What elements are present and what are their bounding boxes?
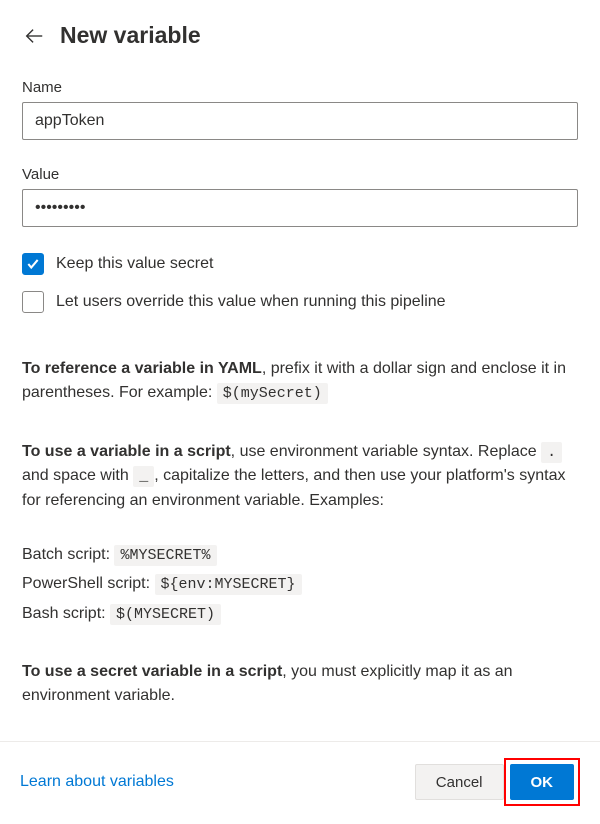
back-arrow-icon[interactable] [22,24,46,48]
help-batch-label: Batch script: [22,546,114,563]
help-ps-code: ${env:MYSECRET} [155,574,302,595]
help-script-section: To use a variable in a script, use envir… [22,440,578,627]
help-yaml-section: To reference a variable in YAML, prefix … [22,357,578,406]
secret-checkbox[interactable] [22,253,44,275]
value-label: Value [22,166,578,183]
secret-checkbox-row: Keep this value secret [22,253,578,275]
help-script-dot: . [541,442,562,463]
help-batch-code: %MYSECRET% [114,545,216,566]
help-bash-label: Bash script: [22,605,110,622]
help-secret-bold: To use a secret variable in a script [22,663,282,680]
help-secret-section: To use a secret variable in a script, yo… [22,660,578,708]
override-checkbox[interactable] [22,291,44,313]
name-field-group: Name [22,79,578,140]
help-yaml-bold: To reference a variable in YAML [22,360,262,377]
ok-button[interactable]: OK [510,764,575,800]
learn-variables-link[interactable]: Learn about variables [20,773,174,791]
help-script-t2: and space with [22,467,133,484]
help-script-t1: , use environment variable syntax. Repla… [231,443,541,460]
secret-checkbox-label: Keep this value secret [56,255,213,273]
dialog-footer: Learn about variables Cancel OK [0,741,600,824]
help-script-underscore: _ [133,466,154,487]
override-checkbox-row: Let users override this value when runni… [22,291,578,313]
dialog-header: New variable [22,22,578,49]
value-field-group: Value [22,166,578,227]
help-script-bold: To use a variable in a script [22,443,231,460]
override-checkbox-label: Let users override this value when runni… [56,293,446,311]
name-label: Name [22,79,578,96]
cancel-button[interactable]: Cancel [415,764,504,800]
help-bash-code: $(MYSECRET) [110,604,221,625]
value-input[interactable] [22,189,578,227]
help-yaml-code: $(mySecret) [217,383,328,404]
page-title: New variable [60,22,201,49]
ok-highlight-box: OK [504,758,581,806]
name-input[interactable] [22,102,578,140]
help-ps-label: PowerShell script: [22,575,155,592]
